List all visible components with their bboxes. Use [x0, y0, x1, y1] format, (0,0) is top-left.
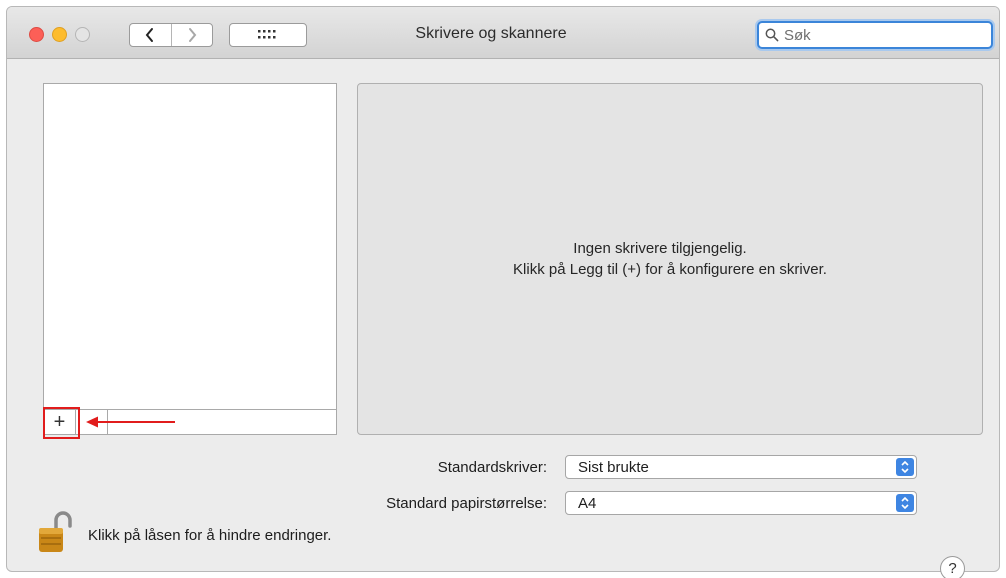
search-icon: [765, 28, 779, 42]
default-printer-label: Standardskriver:: [437, 459, 547, 476]
help-button[interactable]: ?: [940, 556, 965, 578]
chevron-updown-icon: [896, 458, 914, 476]
back-button[interactable]: [130, 24, 171, 46]
default-printer-row: Standardskriver: Sist brukte: [7, 455, 999, 481]
default-printer-select[interactable]: Sist brukte: [565, 455, 917, 479]
lock-open-icon[interactable]: [34, 510, 74, 556]
empty-state-hint: Klikk på Legg til (+) for å konfigurere …: [513, 261, 827, 278]
add-button-highlight: [43, 407, 80, 439]
search-input[interactable]: [784, 26, 974, 44]
chevron-updown-icon: [896, 494, 914, 512]
zoom-window-button[interactable]: [75, 27, 90, 42]
grid-icon: [258, 30, 276, 39]
close-window-button[interactable]: [29, 27, 44, 42]
chevron-left-icon: [145, 28, 154, 42]
lock-description[interactable]: Klikk på låsen for å hindre endringer.: [88, 527, 331, 544]
printer-list[interactable]: +: [43, 83, 337, 435]
search-field[interactable]: [757, 21, 993, 49]
default-printer-value: Sist brukte: [578, 459, 649, 476]
printer-detail-pane: Ingen skrivere tilgjengelig. Klikk på Le…: [357, 83, 983, 435]
show-all-button[interactable]: [229, 23, 307, 47]
empty-state-title: Ingen skrivere tilgjengelig.: [573, 240, 747, 257]
chevron-right-icon: [188, 28, 197, 42]
paper-size-label: Standard papirstørrelse:: [386, 495, 547, 512]
paper-size-value: A4: [578, 495, 597, 512]
paper-size-select[interactable]: A4: [565, 491, 917, 515]
arrow-annotation-icon: [86, 416, 175, 428]
preferences-window: Skrivere og skannere + Ingen skrivere ti…: [6, 6, 1000, 572]
printer-list-items[interactable]: [44, 84, 336, 410]
forward-button[interactable]: [170, 24, 213, 46]
navigation-buttons: [129, 23, 213, 47]
title-bar: Skrivere og skannere: [7, 7, 999, 59]
minimize-window-button[interactable]: [52, 27, 67, 42]
paper-size-row: Standard papirstørrelse: A4: [7, 491, 999, 517]
